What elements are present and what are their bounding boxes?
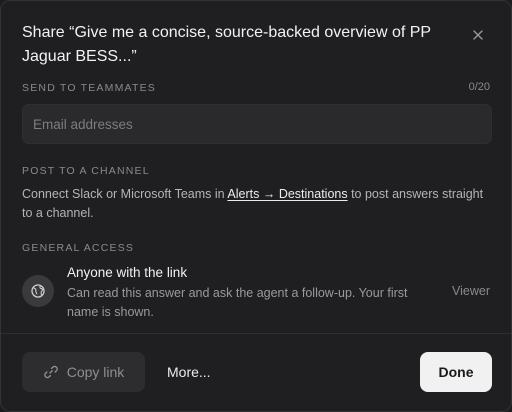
recipient-counter: 0/20 <box>468 81 490 93</box>
copy-link-label: Copy link <box>66 364 125 380</box>
done-button[interactable]: Done <box>420 352 492 392</box>
channel-text-before: Connect Slack or Microsoft Teams in <box>22 187 228 201</box>
access-title: Anyone with the link <box>67 265 188 280</box>
link-icon <box>43 364 59 380</box>
globe-icon <box>22 275 54 307</box>
close-icon[interactable] <box>470 27 486 43</box>
copy-link-button[interactable]: Copy link <box>22 352 145 392</box>
send-to-teammates-label: SEND TO TEAMMATES <box>22 82 156 94</box>
footer-divider <box>1 333 511 334</box>
alerts-destinations-link[interactable]: Alerts → Destinations <box>227 187 347 201</box>
role-selector[interactable]: Viewer <box>452 284 490 298</box>
email-input[interactable] <box>22 104 492 144</box>
more-button[interactable]: More... <box>161 352 217 392</box>
share-dialog: Share “Give me a concise, source-backed … <box>0 0 512 412</box>
general-access-label: GENERAL ACCESS <box>22 242 135 254</box>
channel-description: Connect Slack or Microsoft Teams in Aler… <box>22 185 492 223</box>
access-description: Can read this answer and ask the agent a… <box>67 286 408 319</box>
dialog-title: Share “Give me a concise, source-backed … <box>22 24 431 65</box>
post-to-channel-label: POST TO A CHANNEL <box>22 165 150 177</box>
